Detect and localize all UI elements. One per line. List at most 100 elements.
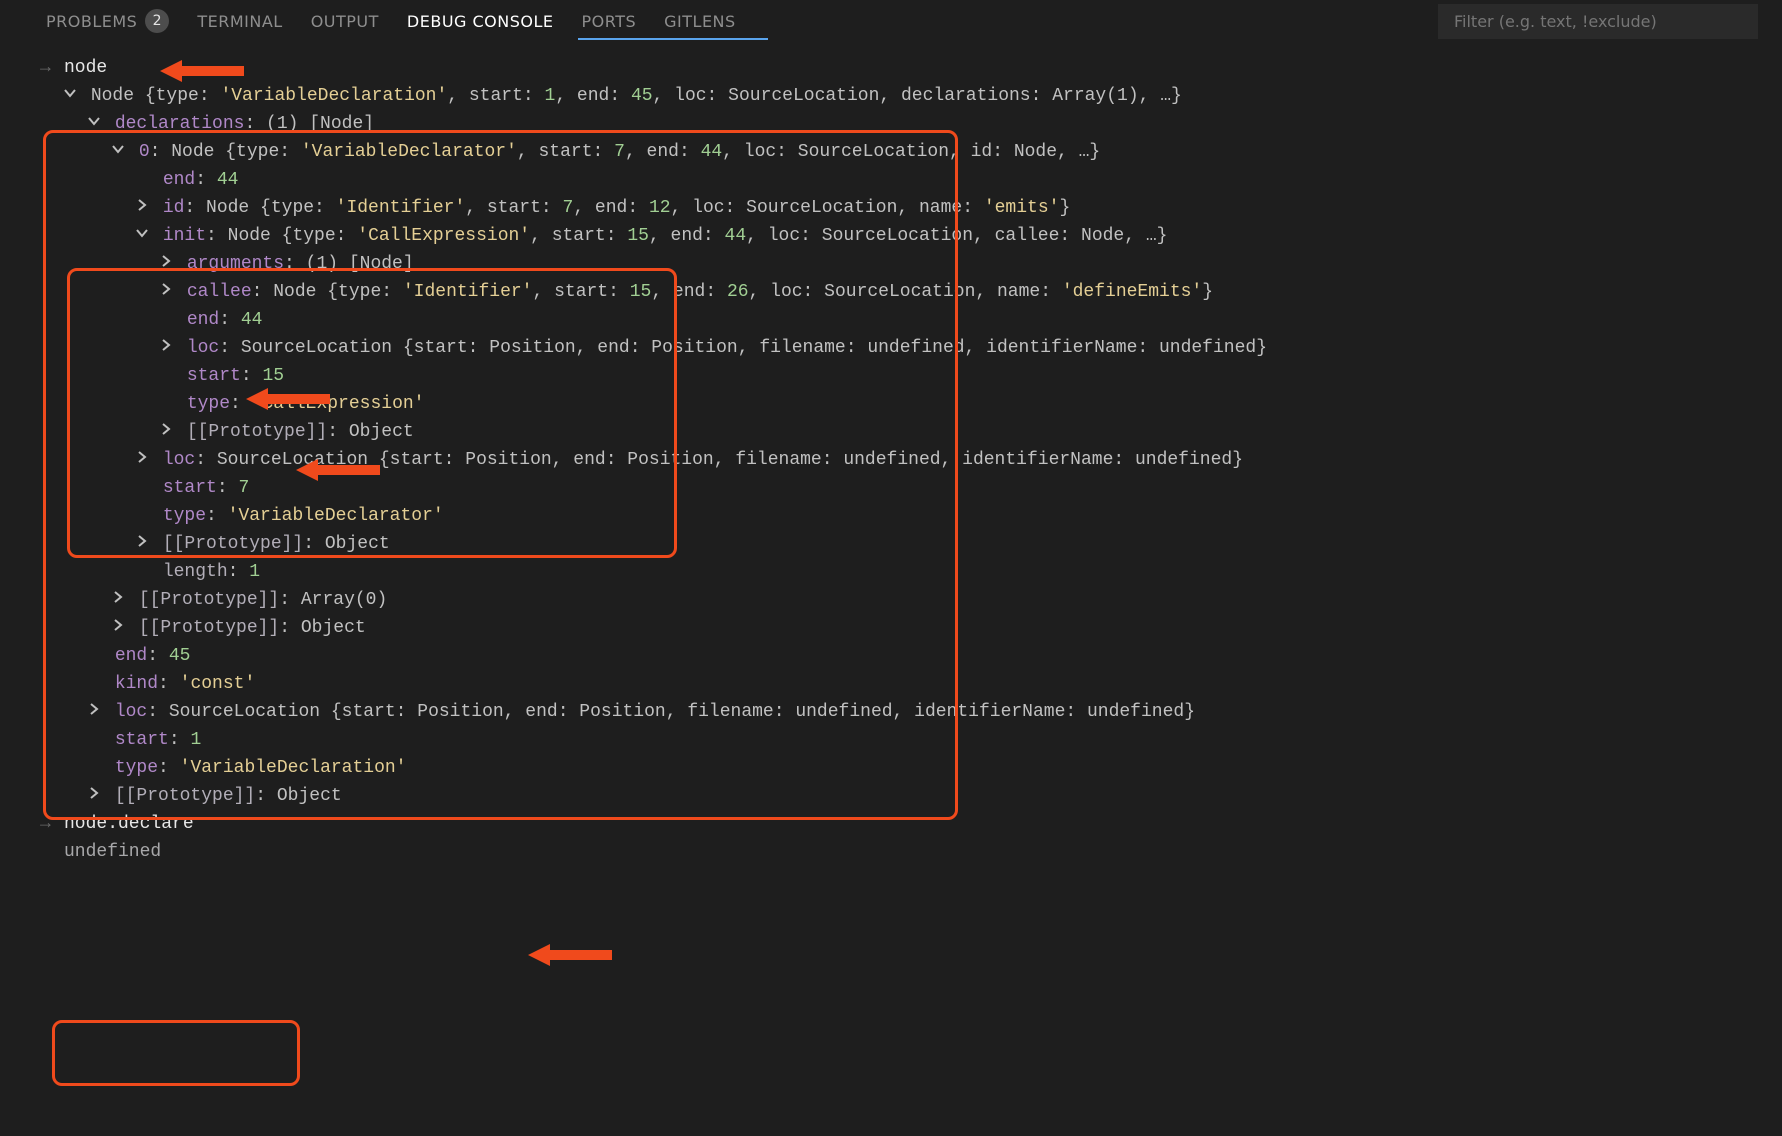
tree-row[interactable]: start: 15: [64, 362, 1782, 390]
text: 7: [563, 198, 574, 218]
val: Object: [277, 786, 342, 806]
text: SourceLocation {start: Position, end: Po…: [169, 702, 1195, 722]
tab-debug-console[interactable]: DEBUG CONSOLE: [393, 6, 568, 36]
val: 1: [190, 730, 201, 750]
val: Object: [325, 534, 390, 554]
text: 15: [630, 282, 652, 302]
tree-row[interactable]: end: 44: [64, 166, 1782, 194]
val: 44: [217, 170, 239, 190]
tab-label: OUTPUT: [311, 12, 379, 31]
key: start: [163, 478, 217, 498]
key: 0: [139, 142, 150, 162]
chevron-right-icon: [160, 255, 172, 267]
key: type: [163, 506, 206, 526]
tree-row[interactable]: loc: SourceLocation {start: Position, en…: [64, 698, 1782, 726]
key: [[Prototype]]: [139, 618, 279, 638]
text: 'Identifier': [336, 198, 466, 218]
key: declarations: [115, 114, 245, 134]
tree-row[interactable]: [[Prototype]]: Object: [64, 530, 1782, 558]
tree-row[interactable]: callee: Node {type: 'Identifier', start:…: [64, 278, 1782, 306]
text: }: [1202, 282, 1213, 302]
tree-row[interactable]: length: 1: [64, 558, 1782, 586]
key: callee: [187, 282, 252, 302]
text: , loc: SourceLocation, name:: [671, 198, 984, 218]
key: [[Prototype]]: [115, 786, 255, 806]
val: 7: [238, 478, 249, 498]
text: , loc: SourceLocation, declarations: Arr…: [653, 86, 1182, 106]
tree-row[interactable]: [[Prototype]]: Object: [64, 614, 1782, 642]
tab-label: PORTS: [582, 12, 637, 31]
text: 'VariableDeclaration': [220, 86, 447, 106]
tab-label: PROBLEMS: [46, 12, 137, 31]
key: [[Prototype]]: [139, 590, 279, 610]
tree-row[interactable]: init: Node {type: 'CallExpression', star…: [64, 222, 1782, 250]
text: , end:: [573, 198, 649, 218]
chevron-right-icon: [160, 339, 172, 351]
text: 15: [627, 226, 649, 246]
text: SourceLocation {start: Position, end: Po…: [217, 450, 1243, 470]
tree-row[interactable]: [[Prototype]]: Object: [64, 782, 1782, 810]
tree-row[interactable]: kind: 'const': [64, 670, 1782, 698]
text: , loc: SourceLocation, name:: [749, 282, 1062, 302]
chevron-down-icon: [136, 227, 148, 239]
key: kind: [115, 674, 158, 694]
tree-row[interactable]: type: 'VariableDeclarator': [64, 502, 1782, 530]
chevron-right-icon: [136, 451, 148, 463]
val: 'VariableDeclaration': [180, 758, 407, 778]
val: Object: [301, 618, 366, 638]
tree-row[interactable]: [[Prototype]]: Object: [64, 418, 1782, 446]
key: start: [187, 366, 241, 386]
tree-row[interactable]: type: 'VariableDeclaration': [64, 754, 1782, 782]
filter-input[interactable]: [1438, 4, 1758, 39]
chevron-down-icon: [112, 143, 124, 155]
tree-row[interactable]: 0: Node {type: 'VariableDeclarator', sta…: [64, 138, 1782, 166]
tree-row[interactable]: end: 45: [64, 642, 1782, 670]
tree-row[interactable]: start: 7: [64, 474, 1782, 502]
chevron-right-icon: [112, 619, 124, 631]
tree-row[interactable]: arguments: (1) [Node]: [64, 250, 1782, 278]
text: , end:: [649, 226, 725, 246]
tree-row[interactable]: type: 'CallExpression': [64, 390, 1782, 418]
key: end: [115, 646, 147, 666]
console-input[interactable]: node: [64, 54, 1782, 82]
text: 'emits': [984, 198, 1060, 218]
tab-terminal[interactable]: TERMINAL: [183, 6, 296, 36]
text: (1) [Node]: [255, 114, 374, 134]
tree-row[interactable]: loc: SourceLocation {start: Position, en…: [64, 446, 1782, 474]
text: 'VariableDeclarator': [301, 142, 517, 162]
tree-row[interactable]: id: Node {type: 'Identifier', start: 7, …: [64, 194, 1782, 222]
tab-output[interactable]: OUTPUT: [297, 6, 393, 36]
tree-row[interactable]: start: 1: [64, 726, 1782, 754]
tree-row[interactable]: Node {type: 'VariableDeclaration', start…: [64, 82, 1782, 110]
text: , start:: [517, 142, 614, 162]
tab-ports[interactable]: PORTS: [568, 6, 651, 36]
val: 'VariableDeclarator': [228, 506, 444, 526]
chevron-right-icon: [136, 535, 148, 547]
key: [[Prototype]]: [163, 534, 303, 554]
tab-problems[interactable]: PROBLEMS 2: [32, 6, 183, 36]
tab-gitlens[interactable]: GITLENS: [650, 6, 750, 36]
tree-row[interactable]: declarations: (1) [Node]: [64, 110, 1782, 138]
tree-row[interactable]: loc: SourceLocation {start: Position, en…: [64, 334, 1782, 362]
activity-bar: [0, 0, 12, 1136]
key: init: [163, 226, 206, 246]
prompt-arrow-icon: →: [40, 58, 51, 78]
text: , start:: [465, 198, 562, 218]
problems-badge: 2: [145, 9, 169, 33]
text: (1) [Node]: [295, 254, 414, 274]
tree-row[interactable]: end: 44: [64, 306, 1782, 334]
text: Node {type:: [171, 142, 301, 162]
text: 44: [725, 226, 747, 246]
text: , end:: [625, 142, 701, 162]
text: , end:: [555, 86, 631, 106]
debug-console-output: → node Node {type: 'VariableDeclaration'…: [18, 42, 1782, 880]
val: Array(0): [301, 590, 387, 610]
tree-row[interactable]: [[Prototype]]: Array(0): [64, 586, 1782, 614]
text: 1: [545, 86, 556, 106]
key: type: [115, 758, 158, 778]
text: 44: [701, 142, 723, 162]
text: , start:: [532, 282, 629, 302]
text: SourceLocation {start: Position, end: Po…: [241, 338, 1267, 358]
key: [[Prototype]]: [187, 422, 327, 442]
console-input[interactable]: node.declare: [64, 810, 1782, 838]
